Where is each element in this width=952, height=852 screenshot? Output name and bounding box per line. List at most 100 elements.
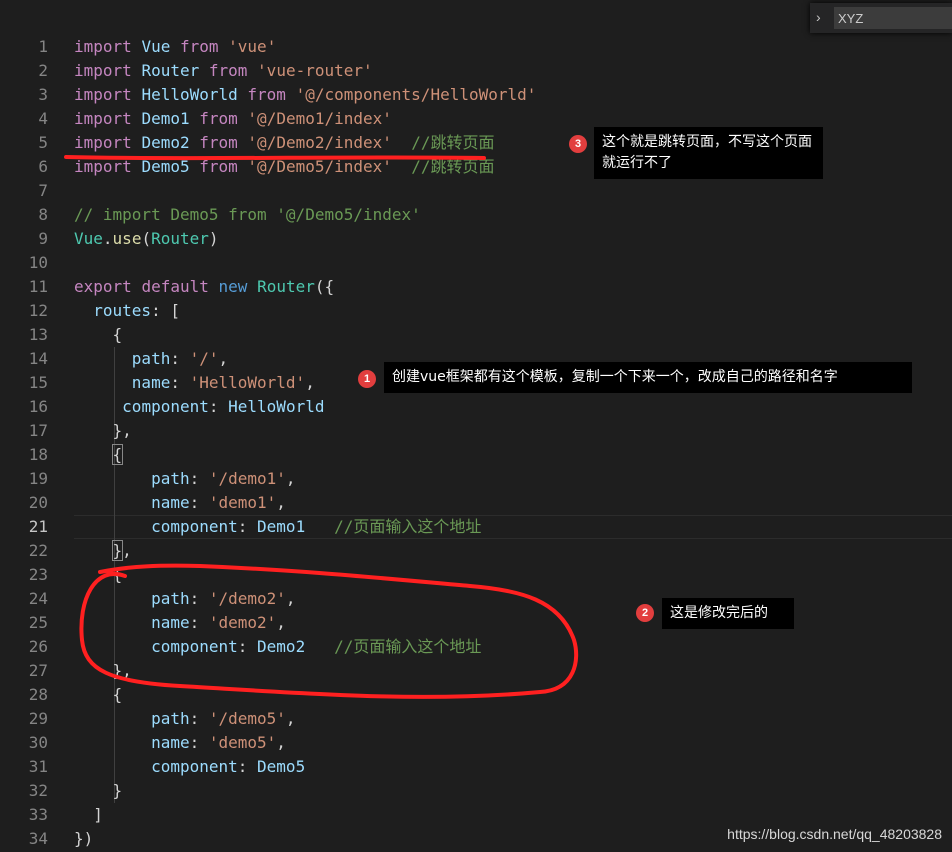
code-token: from <box>179 37 219 56</box>
code-line[interactable]: 1 import Vue from 'vue' <box>0 35 952 59</box>
annotation-badge-3: 3 <box>569 135 587 153</box>
code-text: export default new Router({ <box>74 275 334 299</box>
code-token: name <box>151 493 190 512</box>
code-line[interactable]: 31 component: Demo5 <box>0 755 952 779</box>
code-text: component: Demo2 //页面输入这个地址 <box>74 635 481 659</box>
code-line[interactable]: 20 name: 'demo1', <box>0 491 952 515</box>
code-line[interactable]: 8 // import Demo5 from '@/Demo5/index' <box>0 203 952 227</box>
code-line[interactable]: 25 name: 'demo2', <box>0 611 952 635</box>
line-number: 2 <box>38 61 48 80</box>
line-number: 21 <box>28 517 48 536</box>
code-token: ({ <box>314 277 335 296</box>
code-token: : <box>208 397 229 416</box>
code-token: : <box>189 733 209 752</box>
code-line[interactable]: 17 }, <box>0 419 952 443</box>
code-token: from <box>199 109 238 128</box>
code-line[interactable]: 11 export default new Router({ <box>0 275 952 299</box>
code-line[interactable]: 19 path: '/demo1', <box>0 467 952 491</box>
find-widget: › <box>810 3 952 33</box>
code-token: //页面输入这个地址 <box>334 637 482 656</box>
line-number: 34 <box>28 829 48 848</box>
code-token: : <box>237 517 258 536</box>
line-number: 31 <box>28 757 48 776</box>
line-number: 30 <box>28 733 48 752</box>
code-token: , <box>285 469 296 488</box>
code-token: Demo2 <box>257 637 306 656</box>
code-line[interactable]: 13 { <box>0 323 952 347</box>
code-line[interactable]: 12 routes: [ <box>0 299 952 323</box>
line-number: 7 <box>38 181 48 200</box>
line-number: 29 <box>28 709 48 728</box>
find-input[interactable] <box>834 7 952 29</box>
code-token: // import Demo5 from '@/Demo5/index' <box>74 205 421 224</box>
code-line[interactable]: 30 name: 'demo5', <box>0 731 952 755</box>
code-text: path: '/', <box>74 347 228 371</box>
code-line[interactable]: 18 { <box>0 443 952 467</box>
chevron-right-icon[interactable]: › <box>816 9 821 25</box>
code-token: Router <box>257 277 315 296</box>
code-text: }) <box>74 827 93 851</box>
code-text: component: Demo5 <box>74 755 305 779</box>
code-token: : <box>170 349 190 368</box>
code-line[interactable]: 26 component: Demo2 //页面输入这个地址 <box>0 635 952 659</box>
code-token: 'demo5' <box>208 733 277 752</box>
code-token: default <box>141 277 209 296</box>
code-line[interactable]: 3 import HelloWorld from '@/components/He… <box>0 83 952 107</box>
code-token: path <box>131 349 171 368</box>
code-line[interactable]: 24 path: '/demo2', <box>0 587 952 611</box>
line-number: 5 <box>38 133 48 152</box>
line-number: 28 <box>28 685 48 704</box>
code-line[interactable]: 10 <box>0 251 952 275</box>
code-line[interactable]: 7 <box>0 179 952 203</box>
code-token: 'demo1' <box>208 493 277 512</box>
code-token: : [ <box>151 301 180 320</box>
code-token: , <box>122 541 132 560</box>
code-token: '@/Demo1/index' <box>247 109 392 128</box>
code-line[interactable]: 27 }, <box>0 659 952 683</box>
code-line[interactable]: 22 }, <box>0 539 952 563</box>
code-token: path <box>151 589 190 608</box>
code-token: , <box>276 613 286 632</box>
code-token: : <box>237 757 258 776</box>
code-token: component <box>151 637 238 656</box>
code-token: use <box>112 229 142 248</box>
code-token: , <box>285 589 296 608</box>
code-token: ) <box>208 229 219 248</box>
code-token: component <box>151 757 238 776</box>
code-text: { <box>74 563 123 587</box>
code-text: path: '/demo1', <box>74 467 296 491</box>
code-line[interactable]: 23 { <box>0 563 952 587</box>
code-token: { <box>74 565 123 584</box>
code-line[interactable]: 33 ] <box>0 803 952 827</box>
code-line[interactable]: 16 component: HelloWorld <box>0 395 952 419</box>
code-line[interactable]: 9 Vue.use(Router) <box>0 227 952 251</box>
code-line[interactable]: 2 import Router from 'vue-router' <box>0 59 952 83</box>
code-line[interactable]: 32 } <box>0 779 952 803</box>
code-token: '/demo2' <box>208 589 286 608</box>
code-token: Demo5 <box>257 757 306 776</box>
line-number: 25 <box>28 613 48 632</box>
code-token: name <box>151 733 190 752</box>
code-line[interactable]: 21 component: Demo1 //页面输入这个地址 <box>0 515 952 539</box>
code-text: path: '/demo5', <box>74 707 296 731</box>
line-number: 13 <box>28 325 48 344</box>
code-token: Demo2 <box>141 133 190 152</box>
line-number: 17 <box>28 421 48 440</box>
code-line[interactable]: 28 { <box>0 683 952 707</box>
code-line[interactable]: 29 path: '/demo5', <box>0 707 952 731</box>
